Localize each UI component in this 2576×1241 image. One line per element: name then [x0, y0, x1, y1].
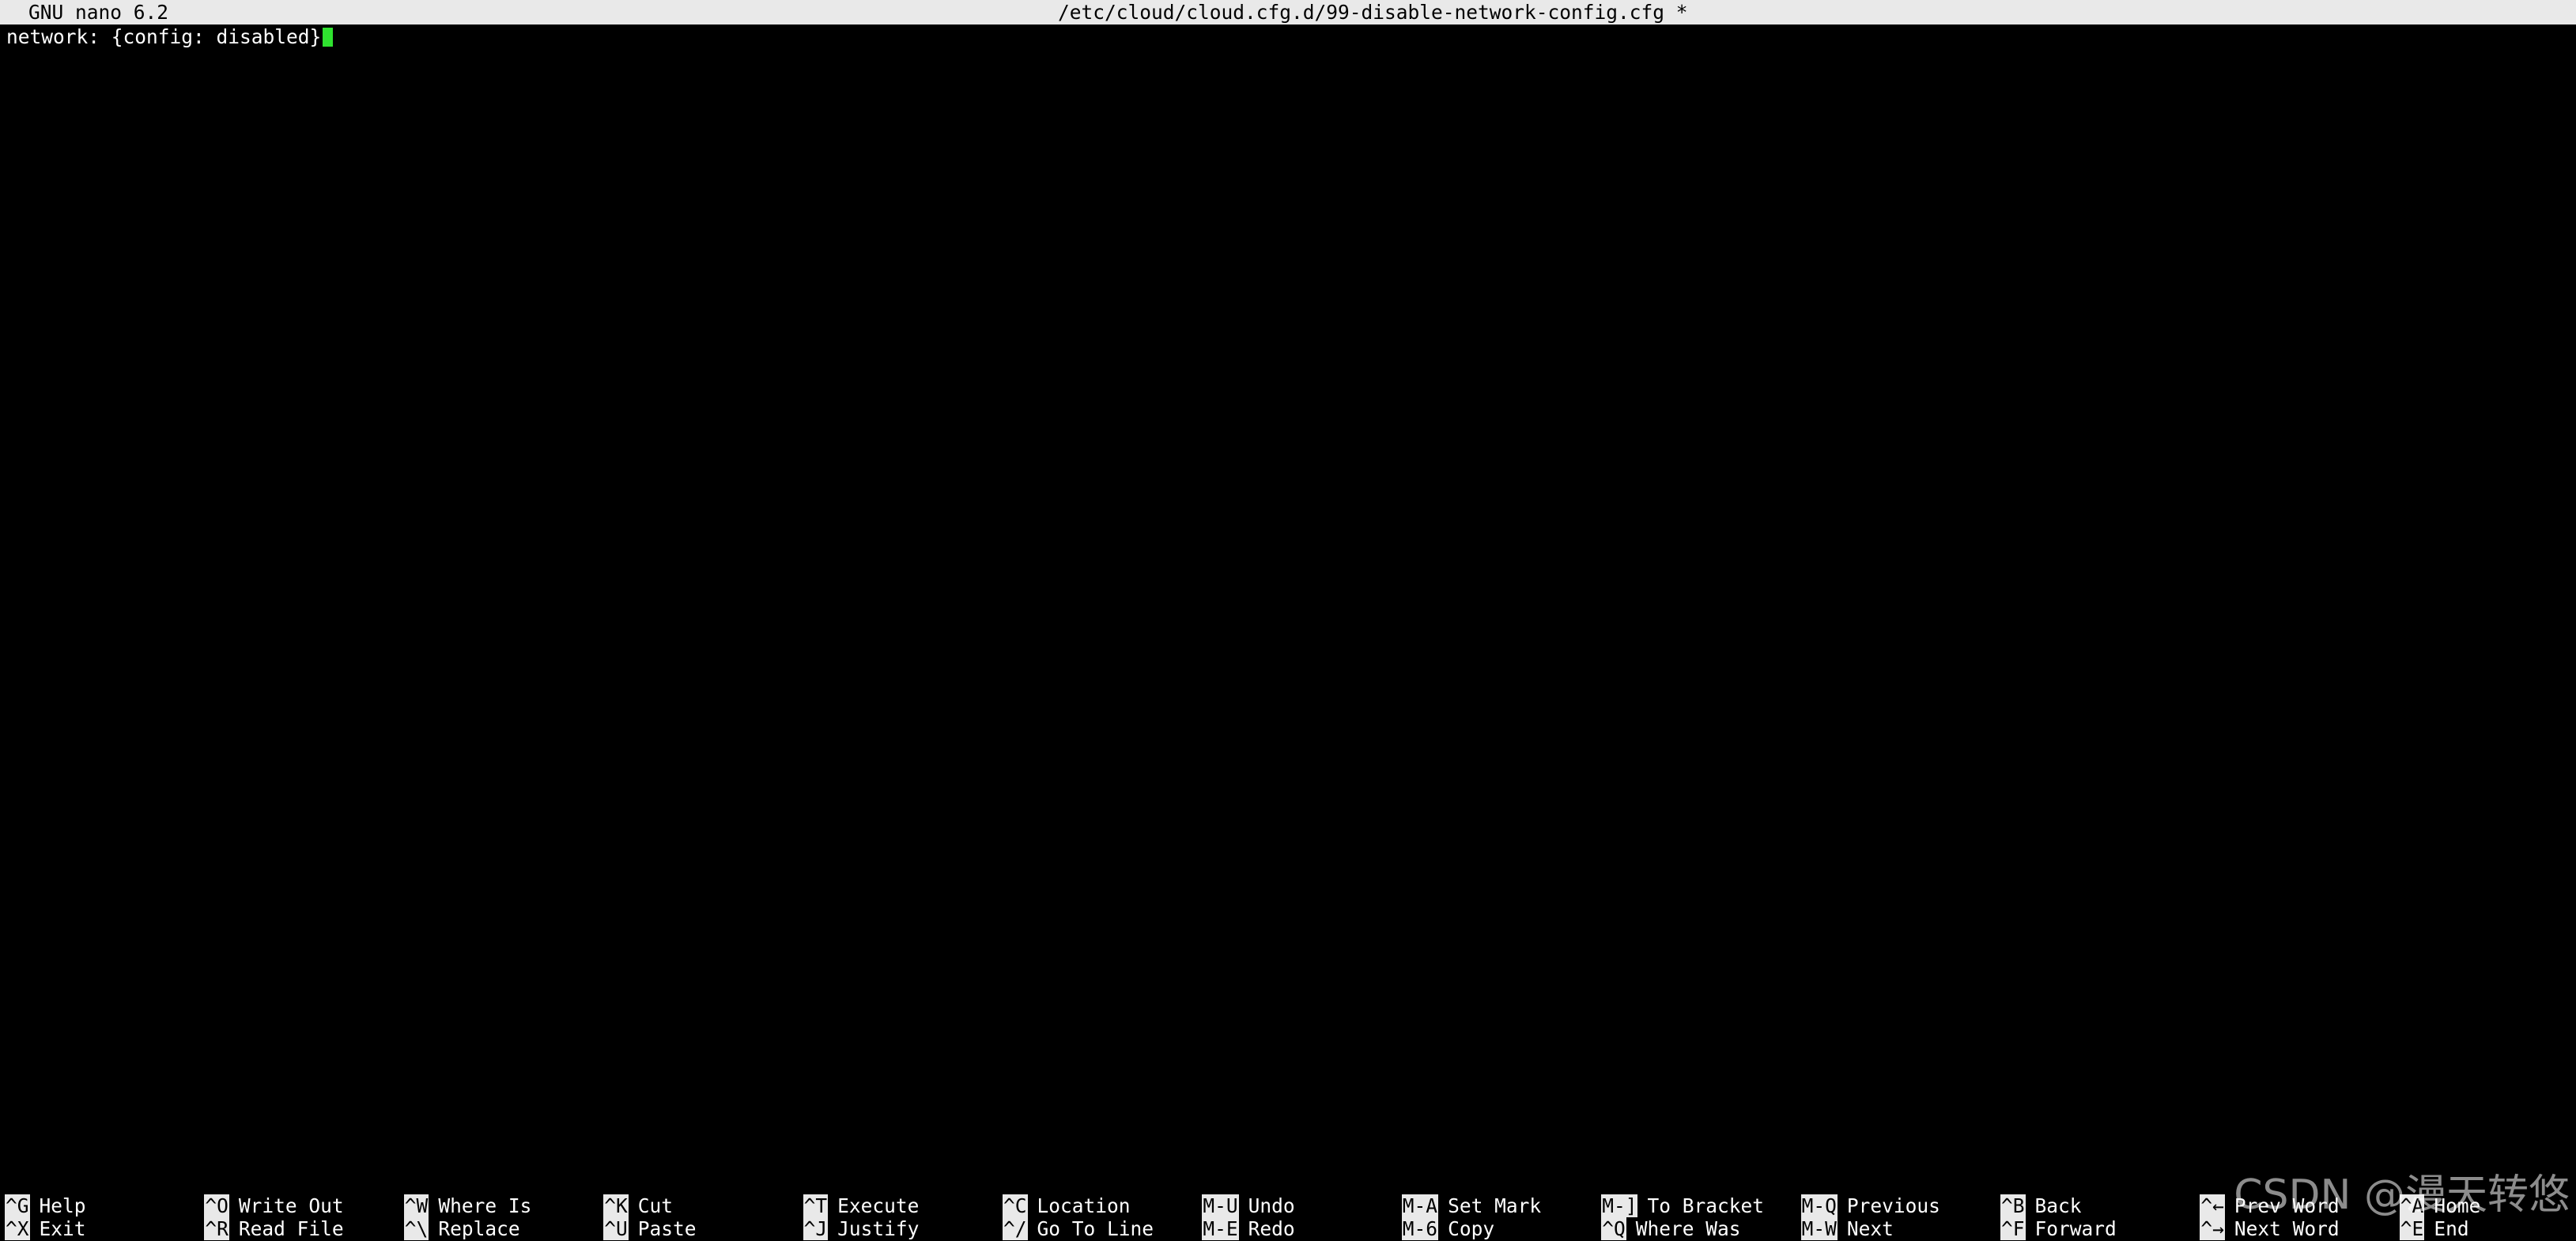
shortcut-label: Cut [637, 1194, 673, 1217]
shortcut-item[interactable]: M-Q Previous [1800, 1194, 1940, 1217]
text-editor-area[interactable]: network: {config: disabled} [0, 25, 2576, 1191]
shortcut-label: Replace [438, 1217, 520, 1240]
text-cursor [323, 28, 334, 47]
shortcut-key: M-] [1601, 1194, 1638, 1217]
shortcut-label: Set Mark [1448, 1194, 1542, 1217]
shortcut-label: Justify [837, 1217, 920, 1240]
shortcut-item[interactable]: ^B Back [2000, 1194, 2082, 1217]
shortcut-key: ^/ [1003, 1217, 1028, 1240]
shortcut-key: ^R [204, 1217, 229, 1240]
shortcut-item[interactable]: ^W Where Is [403, 1194, 532, 1217]
shortcut-key: M-A [1401, 1194, 1439, 1217]
shortcut-key: ^B [2000, 1194, 2026, 1217]
shortcut-item[interactable]: ^/ Go To Line [1003, 1217, 1154, 1240]
shortcut-key: ^G [5, 1194, 30, 1217]
nano-title-bar: GNU nano 6.2 /etc/cloud/cloud.cfg.d/99-d… [0, 0, 2576, 25]
shortcut-label: Back [2034, 1194, 2082, 1217]
shortcut-key: ^F [2000, 1217, 2026, 1240]
shortcut-label: Help [39, 1194, 86, 1217]
shortcut-label: Go To Line [1037, 1217, 1154, 1240]
shortcut-item[interactable]: ^G Help [5, 1194, 86, 1217]
shortcut-label: Read File [238, 1217, 344, 1240]
shortcut-item[interactable]: M-E Redo [1202, 1217, 1295, 1240]
shortcut-key: M-U [1202, 1194, 1239, 1217]
shortcut-label: Location [1037, 1194, 1131, 1217]
shortcut-bar: ^G Help ^X Exit ^O Write Out ^R Read File ^W Wher… [0, 1194, 2576, 1241]
shortcut-key: ^U [603, 1217, 629, 1240]
file-path: /etc/cloud/cloud.cfg.d/99-disable-networ… [1058, 1, 1688, 24]
shortcut-item[interactable]: ^T Execute [803, 1194, 920, 1217]
shortcut-key: ^W [403, 1194, 429, 1217]
shortcut-label: Forward [2034, 1217, 2117, 1240]
shortcut-key: ^Q [1601, 1217, 1626, 1240]
shortcut-item[interactable]: ^F Forward [2000, 1217, 2117, 1240]
shortcut-key: M-W [1800, 1217, 1838, 1240]
shortcut-item[interactable]: M-6 Copy [1401, 1217, 1495, 1240]
shortcut-item[interactable]: M-] To Bracket [1601, 1194, 1764, 1217]
shortcut-key: M-E [1202, 1217, 1239, 1240]
shortcut-key: ^C [1003, 1194, 1028, 1217]
shortcut-item[interactable]: M-A Set Mark [1401, 1194, 1542, 1217]
shortcut-key: ^T [803, 1194, 829, 1217]
shortcut-key: ^\ [403, 1217, 429, 1240]
app-version: GNU nano 6.2 [28, 1, 169, 24]
shortcut-item[interactable]: M-W Next [1800, 1217, 1894, 1240]
shortcut-key: ^X [5, 1217, 30, 1240]
shortcut-label: Next Word [2234, 1217, 2340, 1240]
shortcut-item[interactable]: ^E End [2399, 1217, 2469, 1240]
shortcut-item[interactable]: ^\ Replace [403, 1217, 520, 1240]
shortcut-label: End [2434, 1217, 2469, 1240]
shortcut-label: Where Was [1635, 1217, 1741, 1240]
shortcut-item[interactable]: ^J Justify [803, 1217, 920, 1240]
shortcut-key: ^O [204, 1194, 229, 1217]
shortcut-key: M-Q [1800, 1194, 1838, 1217]
shortcut-item[interactable]: ^Q Where Was [1601, 1217, 1740, 1240]
shortcut-key: M-6 [1401, 1217, 1439, 1240]
shortcut-item[interactable]: ^X Exit [5, 1217, 86, 1240]
watermark: CSDN @漫天转悠 [2234, 1171, 2570, 1219]
shortcut-label: Redo [1248, 1217, 1295, 1240]
editor-line-text[interactable]: network: {config: disabled} [6, 25, 321, 48]
shortcut-item[interactable]: M-U Undo [1202, 1194, 1295, 1217]
shortcut-label: Execute [837, 1194, 920, 1217]
shortcut-item[interactable]: ^R Read File [204, 1217, 344, 1240]
shortcut-label: To Bracket [1647, 1194, 1764, 1217]
shortcut-item[interactable]: ^C Location [1003, 1194, 1131, 1217]
shortcut-key: ^K [603, 1194, 629, 1217]
shortcut-label: Exit [39, 1217, 86, 1240]
shortcut-label: Where Is [438, 1194, 532, 1217]
shortcut-label: Write Out [238, 1194, 344, 1217]
shortcut-label: Paste [637, 1217, 697, 1240]
shortcut-item[interactable]: ^→ Next Word [2200, 1217, 2340, 1240]
shortcut-label: Previous [1846, 1194, 1940, 1217]
shortcut-item[interactable]: ^U Paste [603, 1217, 696, 1240]
terminal-screen: GNU nano 6.2 /etc/cloud/cloud.cfg.d/99-d… [0, 0, 2576, 1241]
shortcut-label: Next [1846, 1217, 1894, 1240]
shortcut-label: Undo [1248, 1194, 1295, 1217]
editor-line[interactable]: network: {config: disabled} [6, 25, 334, 49]
shortcut-key: ^→ [2200, 1217, 2225, 1240]
shortcut-item[interactable]: ^K Cut [603, 1194, 673, 1217]
shortcut-key: ^E [2399, 1217, 2425, 1240]
shortcut-item[interactable]: ^O Write Out [204, 1194, 344, 1217]
shortcut-label: Copy [1448, 1217, 1495, 1240]
shortcut-key: ^← [2200, 1194, 2225, 1217]
shortcut-key: ^J [803, 1217, 829, 1240]
